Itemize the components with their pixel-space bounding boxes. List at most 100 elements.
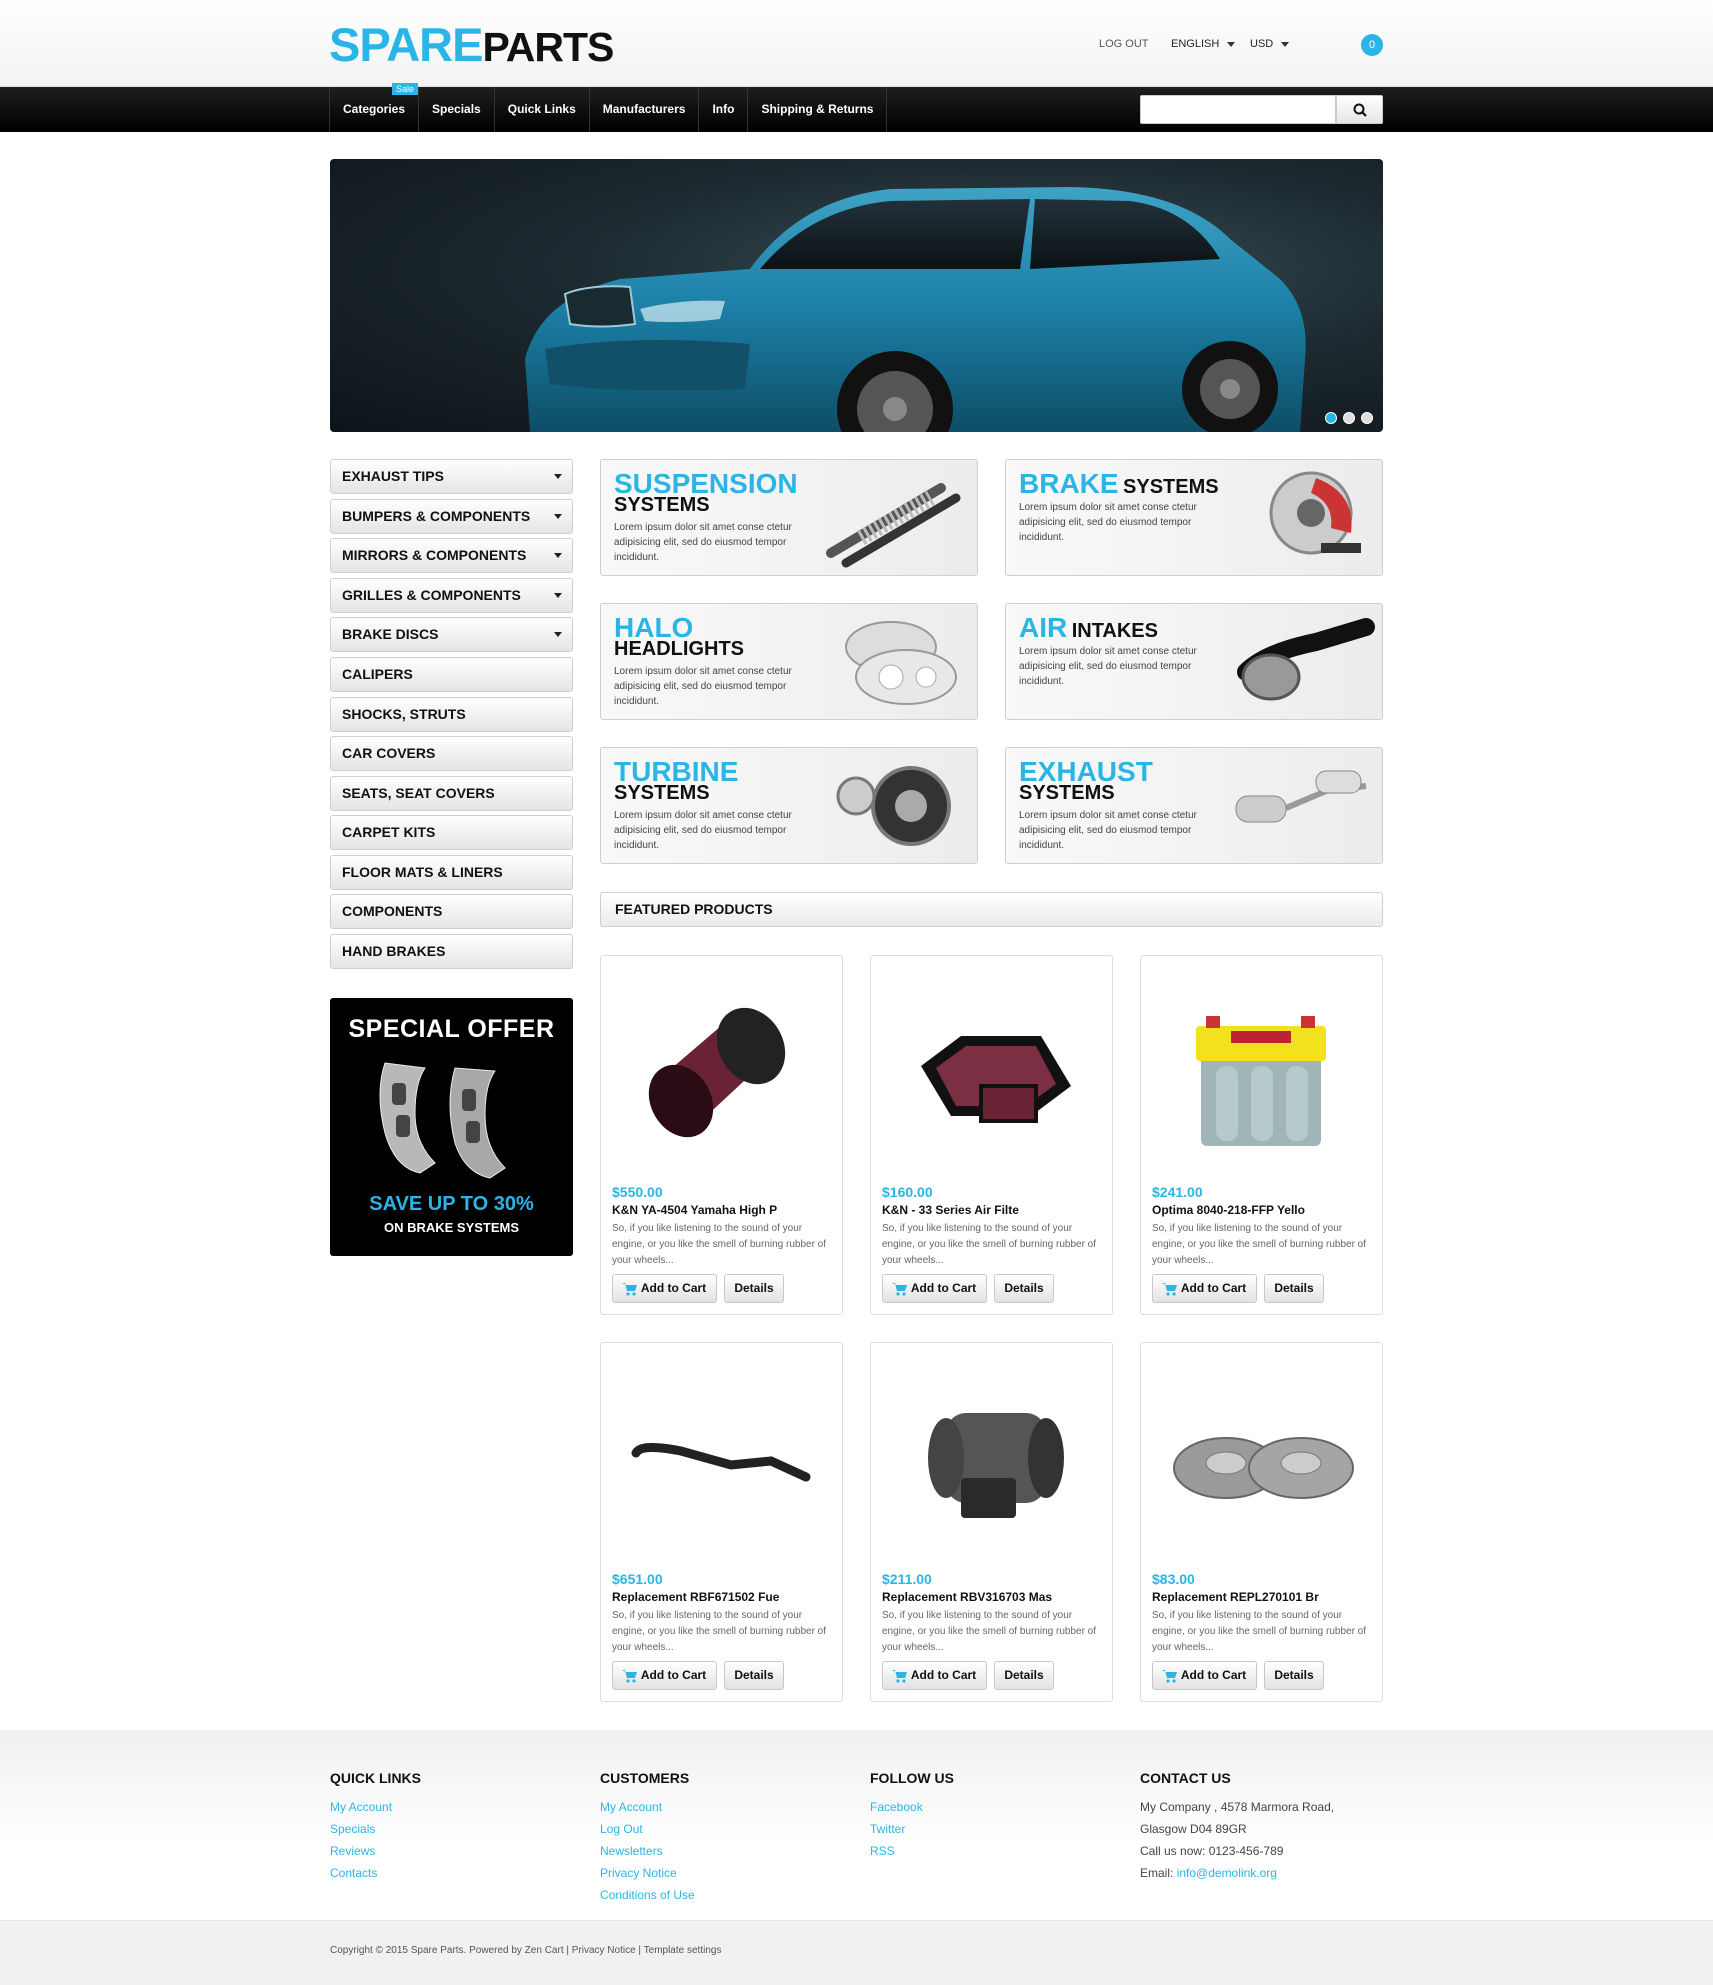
- brake-disc-image: [1269, 471, 1361, 555]
- add-to-cart-button[interactable]: Add to Cart: [1152, 1661, 1257, 1690]
- product-card[interactable]: $550.00 K&N YA-4504 Yamaha High P So, if…: [600, 955, 843, 1315]
- header: [0, 0, 1713, 87]
- chevron-down-icon: [1227, 41, 1236, 47]
- special-offer-banner[interactable]: SPECIAL OFFER SAVE UP TO 30% ON BRAKE SY…: [330, 998, 573, 1256]
- logo-part2: PARTS: [482, 24, 614, 70]
- nav-info[interactable]: Info: [699, 87, 749, 132]
- banner-exhaust[interactable]: EXHAUST SYSTEMS Lorem ipsum dolor sit am…: [1005, 747, 1383, 864]
- banner-air-intakes[interactable]: AIR INTAKES Lorem ipsum dolor sit amet c…: [1005, 603, 1383, 720]
- footer-link[interactable]: Newsletters: [600, 1840, 695, 1862]
- footer-link[interactable]: My Account: [600, 1796, 695, 1818]
- product-name[interactable]: Replacement RBV316703 Mas: [882, 1590, 1052, 1604]
- footer-link[interactable]: Privacy Notice: [600, 1862, 695, 1884]
- nav-shipping-returns[interactable]: Shipping & Returns: [748, 87, 888, 132]
- add-to-cart-button[interactable]: Add to Cart: [882, 1274, 987, 1303]
- banner-title: AIR INTAKES: [1019, 612, 1158, 644]
- product-card[interactable]: $651.00 Replacement RBF671502 Fue So, if…: [600, 1342, 843, 1702]
- category-calipers[interactable]: CALIPERS: [330, 657, 573, 692]
- special-offer-line2: ON BRAKE SYSTEMS: [383, 1220, 520, 1235]
- category-floor-mats[interactable]: FLOOR MATS & LINERS: [330, 855, 573, 890]
- chevron-down-icon[interactable]: [554, 514, 562, 519]
- slider-dots: [1325, 412, 1373, 424]
- details-button[interactable]: Details: [994, 1661, 1054, 1690]
- footer-heading: FOLLOW US: [870, 1770, 954, 1786]
- product-card[interactable]: $83.00 Replacement REPL270101 Br So, if …: [1140, 1342, 1383, 1702]
- search-button[interactable]: [1336, 95, 1383, 124]
- details-button[interactable]: Details: [1264, 1661, 1324, 1690]
- nav-quick-links[interactable]: Quick Links: [495, 87, 590, 132]
- contact-email-link[interactable]: info@demolink.org: [1177, 1866, 1277, 1880]
- chevron-down-icon[interactable]: [554, 593, 562, 598]
- add-to-cart-label: Add to Cart: [1180, 1281, 1247, 1295]
- details-button[interactable]: Details: [724, 1661, 784, 1690]
- footer-quick-links: QUICK LINKS My Account Specials Reviews …: [330, 1770, 421, 1884]
- chevron-down-icon[interactable]: [554, 632, 562, 637]
- footer-link[interactable]: Specials: [330, 1818, 421, 1840]
- footer-contact: CONTACT US My Company , 4578 Marmora Roa…: [1140, 1770, 1334, 1884]
- product-card[interactable]: $241.00 Optima 8040-218-FFP Yello So, if…: [1140, 955, 1383, 1315]
- contact-phone: Call us now: 0123-456-789: [1140, 1844, 1284, 1858]
- currency-select[interactable]: USD: [1250, 38, 1290, 50]
- category-car-covers[interactable]: CAR COVERS: [330, 736, 573, 771]
- nav-manufacturers[interactable]: Manufacturers: [590, 87, 700, 132]
- banner-brake[interactable]: BRAKE SYSTEMS Lorem ipsum dolor sit amet…: [1005, 459, 1383, 576]
- logo[interactable]: SPAREPARTS: [329, 18, 614, 74]
- add-to-cart-button[interactable]: Add to Cart: [612, 1661, 717, 1690]
- product-card[interactable]: $211.00 Replacement RBV316703 Mas So, if…: [870, 1342, 1113, 1702]
- footer-link-twitter[interactable]: Twitter: [870, 1818, 954, 1840]
- category-seats[interactable]: SEATS, SEAT COVERS: [330, 776, 573, 811]
- language-select[interactable]: ENGLISH: [1171, 38, 1236, 50]
- add-to-cart-button[interactable]: Add to Cart: [612, 1274, 717, 1303]
- slider-dot[interactable]: [1325, 412, 1337, 424]
- nav-specials[interactable]: Specials: [419, 87, 495, 132]
- nav-categories[interactable]: Categories Sale: [330, 83, 420, 132]
- product-name[interactable]: K&N - 33 Series Air Filte: [882, 1203, 1019, 1217]
- slider-dot[interactable]: [1343, 412, 1355, 424]
- category-components[interactable]: COMPONENTS: [330, 894, 573, 929]
- product-name[interactable]: Optima 8040-218-FFP Yello: [1152, 1203, 1305, 1217]
- details-button[interactable]: Details: [1264, 1274, 1324, 1303]
- hero-slider[interactable]: [330, 159, 1383, 432]
- category-mirrors[interactable]: MIRRORS & COMPONENTS: [330, 538, 573, 573]
- featured-products-heading: FEATURED PRODUCTS: [600, 892, 1383, 927]
- footer-link[interactable]: Conditions of Use: [600, 1884, 695, 1906]
- category-brake-discs[interactable]: BRAKE DISCS: [330, 617, 573, 652]
- search-input[interactable]: [1140, 95, 1336, 124]
- banner-title-rest: INTAKES: [1071, 620, 1158, 642]
- footer-link[interactable]: Reviews: [330, 1840, 421, 1862]
- category-shocks-struts[interactable]: SHOCKS, STRUTS: [330, 697, 573, 732]
- category-grilles[interactable]: GRILLES & COMPONENTS: [330, 578, 573, 613]
- category-bumpers[interactable]: BUMPERS & COMPONENTS: [330, 499, 573, 534]
- category-hand-brakes[interactable]: HAND BRAKES: [330, 934, 573, 969]
- slider-dot[interactable]: [1361, 412, 1373, 424]
- product-price: $241.00: [1152, 1184, 1203, 1200]
- brake-caliper-image: [379, 1062, 506, 1179]
- details-button[interactable]: Details: [994, 1274, 1054, 1303]
- banner-title-rest: SYSTEMS: [1123, 476, 1219, 498]
- details-button[interactable]: Details: [724, 1274, 784, 1303]
- banner-suspension[interactable]: SUSPENSION SYSTEMS Lorem ipsum dolor sit…: [600, 459, 978, 576]
- product-name[interactable]: K&N YA-4504 Yamaha High P: [612, 1203, 777, 1217]
- chevron-down-icon[interactable]: [554, 474, 562, 479]
- banner-halo-headlights[interactable]: HALO HEADLIGHTS Lorem ipsum dolor sit am…: [600, 603, 978, 720]
- product-name[interactable]: Replacement RBF671502 Fue: [612, 1590, 779, 1604]
- category-exhaust-tips[interactable]: EXHAUST TIPS: [330, 459, 573, 494]
- footer-link[interactable]: Log Out: [600, 1818, 695, 1840]
- footer-link-rss[interactable]: RSS: [870, 1840, 954, 1862]
- product-card[interactable]: $160.00 K&N - 33 Series Air Filte So, if…: [870, 955, 1113, 1315]
- chevron-down-icon[interactable]: [554, 553, 562, 558]
- footer-heading: CUSTOMERS: [600, 1770, 690, 1786]
- banner-turbine[interactable]: TURBINE SYSTEMS Lorem ipsum dolor sit am…: [600, 747, 978, 864]
- add-to-cart-button[interactable]: Add to Cart: [882, 1661, 987, 1690]
- logout-link[interactable]: LOG OUT: [1099, 38, 1149, 50]
- cart-count-badge[interactable]: 0: [1361, 34, 1383, 56]
- footer-link-facebook[interactable]: Facebook: [870, 1796, 954, 1818]
- banner-desc: Lorem ipsum dolor sit amet conse ctetur …: [614, 522, 792, 563]
- category-carpet-kits[interactable]: CARPET KITS: [330, 815, 573, 850]
- footer-link[interactable]: My Account: [330, 1796, 421, 1818]
- cart-icon: [1162, 1283, 1177, 1296]
- product-name[interactable]: Replacement REPL270101 Br: [1152, 1590, 1319, 1604]
- add-to-cart-button[interactable]: Add to Cart: [1152, 1274, 1257, 1303]
- logo-part1: SPARE: [329, 18, 483, 71]
- footer-link[interactable]: Contacts: [330, 1862, 421, 1884]
